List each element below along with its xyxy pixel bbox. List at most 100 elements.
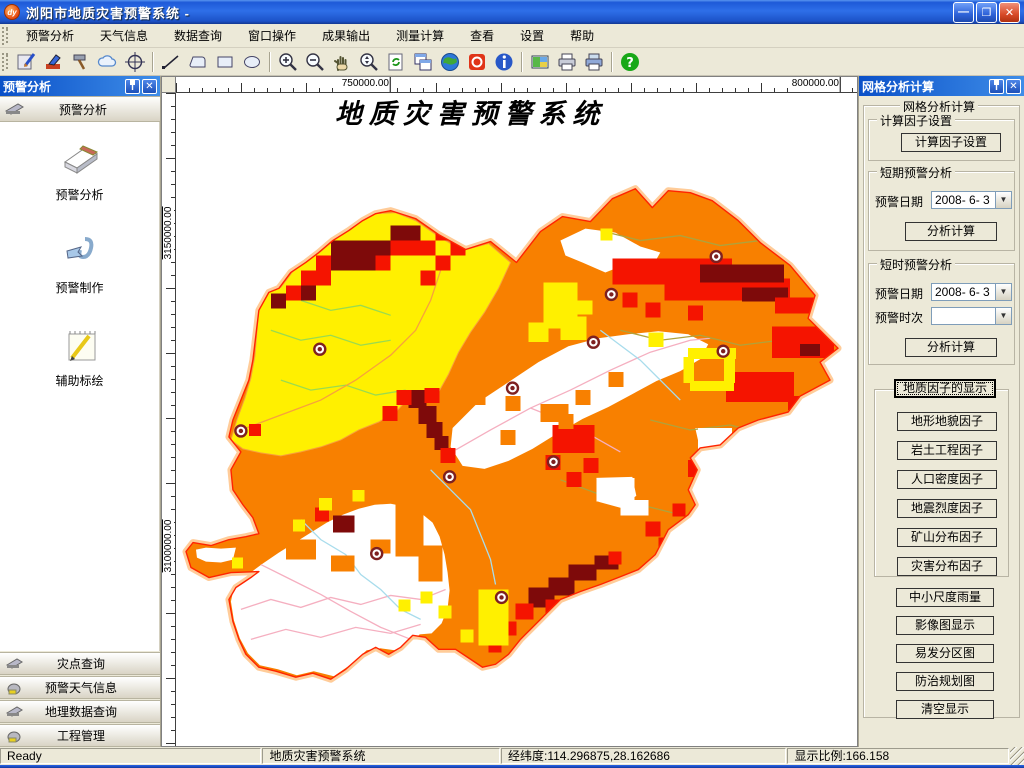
toolbar-separator <box>152 51 153 72</box>
short-term-analyze-button[interactable]: 分析计算 <box>905 222 997 241</box>
town-marker[interactable] <box>442 470 457 484</box>
print-button[interactable] <box>553 50 580 74</box>
minimize-button[interactable]: — <box>953 1 974 23</box>
menu-item-2[interactable]: 天气信息 <box>87 25 161 47</box>
close-button[interactable]: ✕ <box>999 1 1020 23</box>
copy-window-button[interactable] <box>409 50 436 74</box>
factor-button-2[interactable]: 岩土工程因子 <box>897 441 997 460</box>
factor-button-1[interactable]: 地形地貌因子 <box>897 412 997 431</box>
pan-hand-button[interactable] <box>328 50 355 74</box>
tool-item-3[interactable]: 辅助标绘 <box>0 322 159 389</box>
menu-item-5[interactable]: 成果输出 <box>309 25 383 47</box>
town-marker[interactable] <box>709 249 723 264</box>
print-preview-icon <box>585 53 602 70</box>
factor-setting-button[interactable]: 计算因子设置 <box>901 133 1001 152</box>
raster-cell <box>424 388 440 404</box>
menu-item-3[interactable]: 数据查询 <box>161 25 235 47</box>
zoom-in-button[interactable] <box>274 50 301 74</box>
raster-cell <box>375 240 391 256</box>
layer-button-5[interactable]: 清空显示 <box>896 700 994 719</box>
menu-item-9[interactable]: 帮助 <box>557 25 607 47</box>
geo-factor-display-button[interactable]: 地质因子的显示 <box>894 379 996 398</box>
chevron-down-icon[interactable]: ▼ <box>995 284 1011 300</box>
short-time-period-label: 预警时次 <box>875 311 924 325</box>
raster-cell <box>434 435 449 450</box>
town-marker[interactable] <box>716 344 730 358</box>
right-panel-pin-button[interactable] <box>989 78 1004 94</box>
layer-button-1[interactable]: 中小尺度雨量 <box>896 588 994 607</box>
draw-ellipse-button[interactable] <box>238 50 265 74</box>
left-panel-close-button[interactable]: ✕ <box>142 78 157 94</box>
town-marker[interactable] <box>370 546 384 561</box>
draw-line-button[interactable] <box>157 50 184 74</box>
factor-button-3[interactable]: 人口密度因子 <box>897 470 997 489</box>
globe-button[interactable] <box>436 50 463 74</box>
menu-item-4[interactable]: 窗口操作 <box>235 25 309 47</box>
disaster-warning-map[interactable]: 地质灾害预警系统 <box>176 93 857 746</box>
town-marker[interactable] <box>234 424 248 438</box>
section-bar-warning-analysis[interactable]: 预警分析 <box>0 96 160 122</box>
accordion-bar-4[interactable]: 工程管理 <box>0 724 160 747</box>
tool-item-2[interactable]: 预警制作 <box>0 229 159 296</box>
refresh-view-button[interactable] <box>382 50 409 74</box>
raster-cell <box>330 255 346 271</box>
factor-button-5[interactable]: 矿山分布因子 <box>897 528 997 547</box>
raster-cell <box>396 390 412 406</box>
layer-button-4[interactable]: 防治规划图 <box>896 672 994 691</box>
menu-drag-grip[interactable] <box>2 26 9 45</box>
short-term-date-combo[interactable]: 2008- 6- 3 ▼ <box>931 191 1012 209</box>
tool-item-1[interactable]: 预警分析 <box>0 136 159 203</box>
clear-overlay-button[interactable] <box>463 50 490 74</box>
zoom-out-button[interactable] <box>301 50 328 74</box>
svg-text:?: ? <box>626 56 634 71</box>
zoom-extent-button[interactable] <box>355 50 382 74</box>
map-canvas[interactable]: 地质灾害预警系统 <box>176 93 857 746</box>
chevron-down-icon[interactable]: ▼ <box>995 308 1011 324</box>
restore-button[interactable]: ❐ <box>976 1 997 23</box>
target-locate-button[interactable] <box>121 50 148 74</box>
draw-rectangle-icon <box>217 56 232 67</box>
help-button[interactable]: ? <box>616 50 643 74</box>
left-panel-pin-button[interactable] <box>125 78 140 94</box>
town-marker[interactable] <box>494 590 509 605</box>
print-preview-button[interactable] <box>580 50 607 74</box>
town-marker[interactable] <box>546 455 561 469</box>
raster-cell <box>426 421 443 438</box>
menu-item-7[interactable]: 查看 <box>457 25 507 47</box>
short-time-period-combo[interactable]: ▼ <box>931 307 1012 325</box>
warning-analysis-panel: 预警分析 ✕ 预警分析 预警分析 预警制作 辅助标绘 灾点查询 预警天气信息 地理数据查… <box>0 76 161 747</box>
raster-cell <box>440 447 456 463</box>
draw-rectangle-button[interactable] <box>211 50 238 74</box>
factor-button-6[interactable]: 灾害分布因子 <box>897 557 997 576</box>
repair-tool-button[interactable] <box>67 50 94 74</box>
edit-warning-button[interactable] <box>13 50 40 74</box>
accordion-bar-1[interactable]: 灾点查询 <box>0 652 160 675</box>
town-marker[interactable] <box>313 342 327 356</box>
resize-grip[interactable] <box>1010 747 1024 765</box>
raster-cell <box>390 225 406 241</box>
menu-item-8[interactable]: 设置 <box>507 25 557 47</box>
menu-item-6[interactable]: 测量计算 <box>383 25 457 47</box>
accordion-bar-2[interactable]: 预警天气信息 <box>0 676 160 699</box>
town-marker[interactable] <box>505 381 520 395</box>
layer-button-3[interactable]: 易发分区图 <box>896 644 994 663</box>
layer-button-2[interactable]: 影像图显示 <box>896 616 994 635</box>
factor-setting-group: 计算因子设置 计算因子设置 <box>868 112 1015 161</box>
paint-tool-button[interactable] <box>40 50 67 74</box>
short-time-analyze-button[interactable]: 分析计算 <box>905 338 997 357</box>
raster-cell <box>600 228 613 241</box>
toolbar-drag-grip[interactable] <box>2 52 9 71</box>
town-marker[interactable] <box>586 335 601 349</box>
menu-item-1[interactable]: 预警分析 <box>13 25 87 47</box>
weather-cloud-button[interactable] <box>94 50 121 74</box>
factor-button-4[interactable]: 地震烈度因子 <box>897 499 997 518</box>
identify-info-button[interactable] <box>490 50 517 74</box>
draw-polygon-button[interactable] <box>184 50 211 74</box>
short-time-date-combo[interactable]: 2008- 6- 3 ▼ <box>931 283 1012 301</box>
right-panel-close-button[interactable]: ✕ <box>1006 78 1021 94</box>
map-export-button[interactable] <box>526 50 553 74</box>
ruler-label: 3100000.00 <box>162 519 174 573</box>
town-marker[interactable] <box>604 287 619 302</box>
chevron-down-icon[interactable]: ▼ <box>995 192 1011 208</box>
accordion-bar-3[interactable]: 地理数据查询 <box>0 700 160 723</box>
